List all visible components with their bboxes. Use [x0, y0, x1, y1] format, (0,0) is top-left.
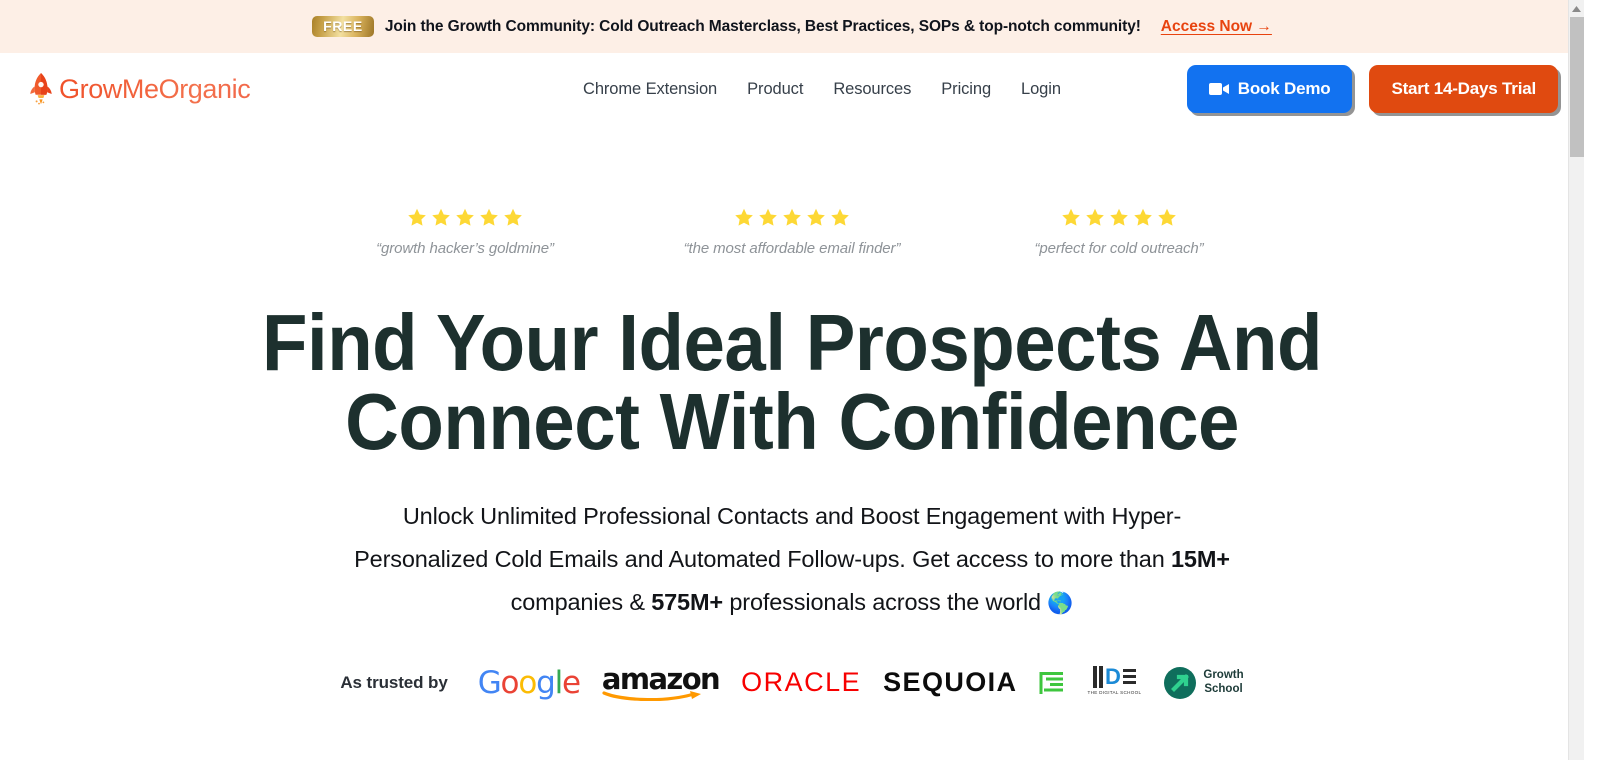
stat-companies: 15M+ [1171, 546, 1230, 573]
star-icon [408, 208, 426, 226]
star-icon [1110, 208, 1128, 226]
oracle-logo: ORACLE [741, 667, 862, 698]
rocket-icon [30, 73, 52, 105]
brand-name: GrowMeOrganic [59, 73, 251, 104]
iide-subtitle: THE DIGITAL SCHOOL [1087, 689, 1142, 695]
growth-school-icon [1164, 666, 1197, 699]
headline-line-1: Find Your Ideal Prospects And [262, 298, 1322, 387]
sequoia-logo: SEQUOIA [883, 667, 1018, 698]
star-icon [504, 208, 522, 226]
growth-school-logo: Growth School [1163, 666, 1244, 700]
reviews-row: “growth hacker’s goldmine” “the most aff… [0, 207, 1584, 257]
promo-message: Join the Growth Community: Cold Outreach… [384, 17, 1141, 35]
growth-school-line1: Growth [1203, 669, 1244, 682]
review-item: “perfect for cold outreach” [956, 207, 1283, 257]
video-camera-icon [1208, 83, 1229, 95]
review-item: “growth hacker’s goldmine” [302, 207, 629, 257]
review-quote: “growth hacker’s goldmine” [376, 240, 554, 257]
review-quote: “perfect for cold outreach” [1034, 240, 1204, 257]
iide-logo: D THE DIGITAL SCHOOL [1087, 663, 1142, 695]
star-icon [432, 208, 450, 226]
scrollbar-up-arrow[interactable] [1569, 0, 1584, 17]
trusted-by-row: As trusted by Google amazon ORACLE SEQUO… [0, 663, 1584, 701]
start-trial-button[interactable]: Start 14-Days Trial [1369, 65, 1558, 113]
green-lines-icon [1039, 671, 1064, 694]
stat-professionals: 575M+ [651, 588, 723, 615]
star-icon [759, 208, 777, 226]
star-rating [302, 207, 629, 228]
star-icon [1158, 208, 1176, 226]
nav-item-login[interactable]: Login [1006, 80, 1076, 99]
headline-line-2: Connect With Confidence [345, 377, 1239, 467]
promo-banner: FREE Join the Growth Community: Cold Out… [0, 0, 1584, 53]
growth-school-line2: School [1204, 682, 1243, 695]
hero-subheading: Unlock Unlimited Professional Contacts a… [352, 495, 1232, 623]
page-root: FREE Join the Growth Community: Cold Out… [0, 0, 1584, 760]
nav-item-resources[interactable]: Resources [818, 80, 926, 99]
scrollbar-thumb[interactable] [1570, 17, 1584, 157]
free-badge: FREE [312, 16, 374, 37]
book-demo-button[interactable]: Book Demo [1186, 65, 1353, 113]
nav-item-pricing[interactable]: Pricing [926, 80, 1006, 99]
access-now-link[interactable]: Access Now → [1161, 18, 1272, 36]
star-icon [1086, 208, 1104, 226]
nav-item-chrome-extension[interactable]: Chrome Extension [583, 80, 732, 99]
globe-emoji-icon: 🌎 [1047, 591, 1074, 615]
trusted-by-label: As trusted by [340, 672, 448, 692]
star-rating [956, 207, 1283, 228]
main-navigation: Chrome Extension Product Resources Prici… [583, 53, 1076, 125]
brand-logo[interactable]: GrowMeOrganic [26, 72, 251, 106]
google-logo: Google [477, 664, 581, 701]
star-icon [783, 208, 801, 226]
star-icon [831, 208, 849, 226]
chevron-up-icon [1572, 5, 1581, 12]
star-icon [480, 208, 498, 226]
review-quote: “the most affordable email finder” [683, 240, 901, 257]
amazon-logo: amazon [602, 664, 721, 701]
subhead-part-1: Unlock Unlimited Professional Contacts a… [354, 503, 1182, 573]
nav-item-product[interactable]: Product [732, 80, 818, 99]
star-icon [807, 208, 825, 226]
hero-section: “growth hacker’s goldmine” “the most aff… [0, 125, 1584, 701]
star-rating [629, 207, 956, 228]
vertical-scrollbar[interactable] [1568, 0, 1584, 760]
site-header: GrowMeOrganic Chrome Extension Product R… [0, 53, 1584, 125]
page-title: Find Your Ideal Prospects And Connect Wi… [55, 298, 1528, 467]
review-item: “the most affordable email finder” [629, 207, 956, 257]
star-icon [1062, 208, 1080, 226]
header-actions: Book Demo Start 14-Days Trial [1186, 53, 1558, 125]
star-icon [735, 208, 753, 226]
book-demo-label: Book Demo [1237, 79, 1331, 98]
start-trial-label: Start 14-Days Trial [1391, 79, 1536, 98]
lines-logo [1039, 666, 1065, 700]
star-icon [456, 208, 474, 226]
subhead-part-2: companies & [510, 588, 652, 615]
star-icon [1134, 208, 1152, 226]
subhead-part-3: professionals across the world [722, 588, 1048, 615]
